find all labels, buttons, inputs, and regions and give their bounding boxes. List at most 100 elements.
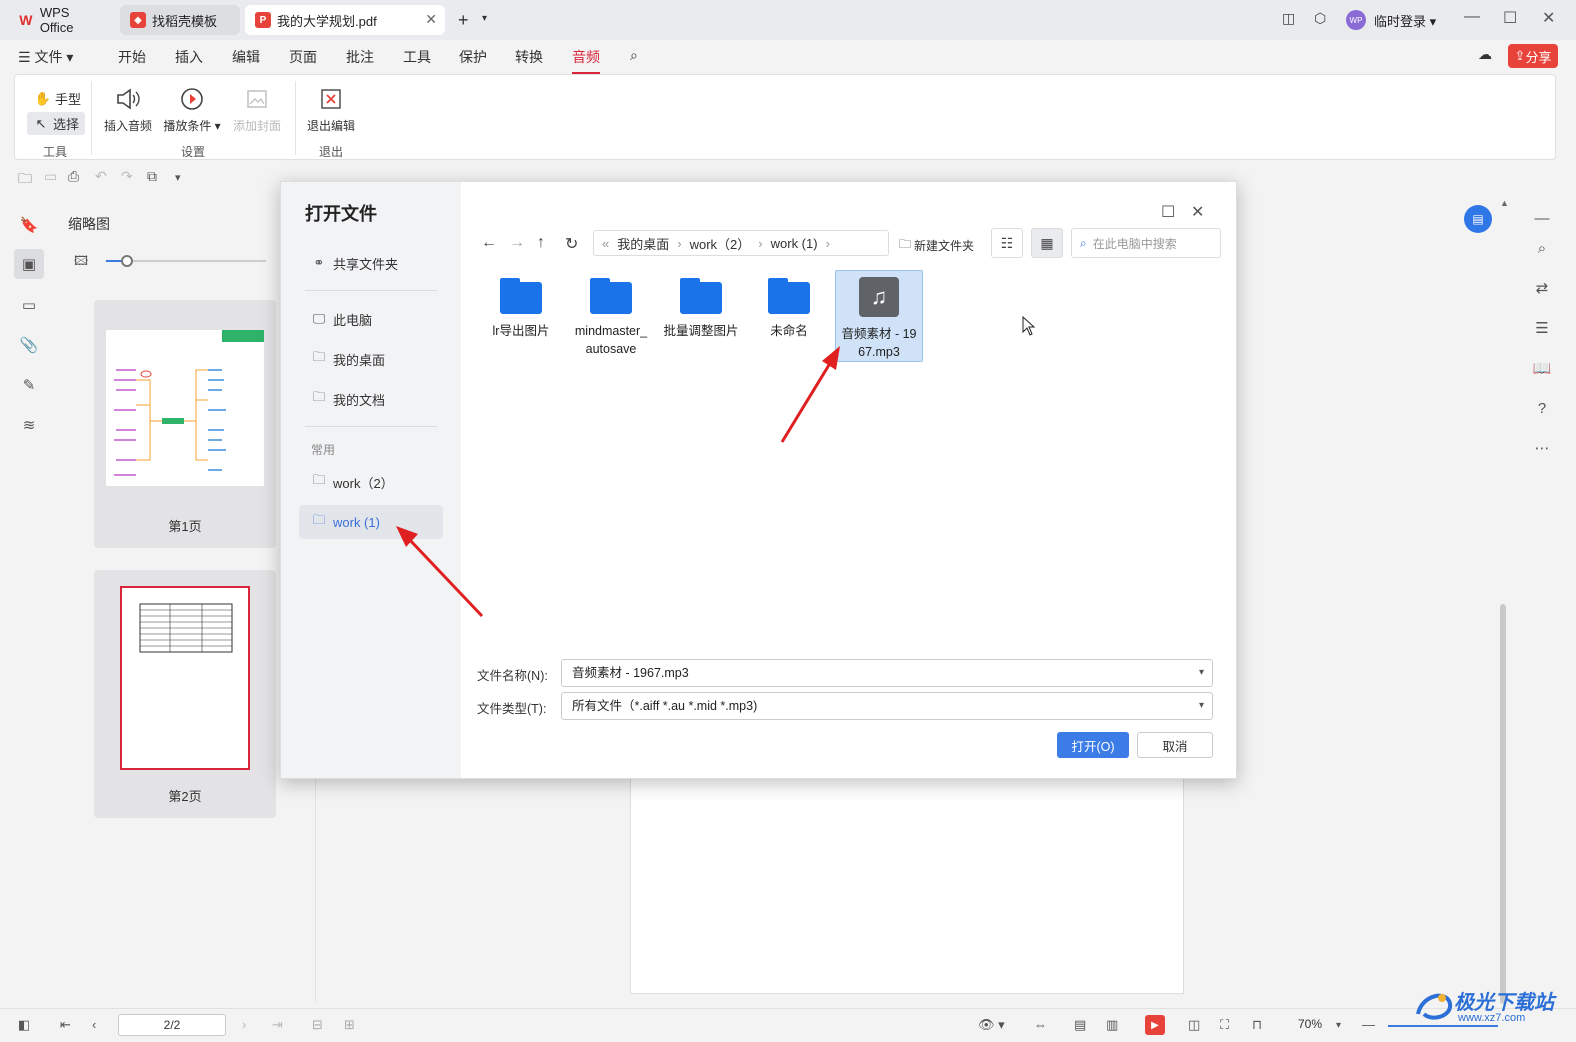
sidebar-item-shared[interactable]: ⚭ 共享文件夹: [299, 246, 443, 280]
cube-icon[interactable]: ⬡: [1314, 10, 1326, 27]
hand-tool-button[interactable]: ✋ 手型: [31, 87, 85, 110]
breadcrumb[interactable]: « 我的桌面 › work（2） › work (1) ›: [593, 230, 889, 256]
more-icon[interactable]: ⋯: [1532, 438, 1552, 458]
eye-icon[interactable]: 👁 ▾: [978, 1017, 1005, 1033]
forward-arrow-icon[interactable]: →: [509, 234, 525, 252]
settings-sliders-icon[interactable]: ☰: [1532, 318, 1552, 338]
back-arrow-icon[interactable]: ←: [481, 234, 497, 252]
filetype-select[interactable]: 所有文件（*.aiff *.au *.mid *.mp3) ▾: [561, 692, 1213, 720]
collapse-icon[interactable]: —: [1532, 208, 1552, 228]
first-page-icon[interactable]: ⇤: [60, 1017, 71, 1033]
help-icon[interactable]: ?: [1532, 398, 1552, 418]
tab-pdf-document[interactable]: P 我的大学规划.pdf ✕: [245, 5, 445, 35]
thumb-size-icon[interactable]: 🖾: [74, 252, 88, 274]
open-button[interactable]: 打开(O): [1057, 732, 1129, 758]
chevron-down-icon[interactable]: ▾: [1336, 1020, 1341, 1031]
quick-tool-icon[interactable]: ▤: [1464, 205, 1492, 233]
sidebar-item-desktop[interactable]: 🗀 我的桌面: [299, 342, 443, 376]
folder-item[interactable]: 未命名: [745, 270, 833, 362]
attachment-icon[interactable]: 📎: [18, 334, 40, 356]
scroll-up-icon[interactable]: ▲: [1500, 198, 1509, 208]
single-page-icon[interactable]: ▤: [1074, 1017, 1086, 1033]
undo-icon[interactable]: ↶: [95, 168, 107, 185]
breadcrumb-item[interactable]: work (1): [771, 236, 818, 251]
breadcrumb-item[interactable]: 我的桌面: [617, 234, 669, 253]
zoom-search-icon[interactable]: ⌕: [1532, 238, 1552, 258]
page-thumbnail-1[interactable]: 第1页: [94, 300, 276, 548]
close-window-icon[interactable]: ✕: [1542, 8, 1555, 28]
close-dialog-icon[interactable]: ✕: [1191, 202, 1204, 222]
next-page-icon[interactable]: ›: [242, 1017, 246, 1032]
menu-audio[interactable]: 音频: [572, 47, 600, 74]
prev-page-icon[interactable]: ‹: [92, 1017, 96, 1032]
search-icon[interactable]: ⌕: [630, 47, 638, 64]
maximize-icon[interactable]: ☐: [1503, 8, 1517, 28]
slider-knob[interactable]: [121, 255, 133, 267]
save-icon[interactable]: ▭: [44, 168, 57, 185]
vertical-scrollbar[interactable]: [1500, 604, 1506, 1004]
minimize-icon[interactable]: —: [1464, 8, 1480, 26]
menu-tools[interactable]: 工具: [403, 47, 431, 67]
search-input[interactable]: ⌕ 在此电脑中搜索: [1071, 228, 1221, 258]
layout-icon[interactable]: ◫: [1282, 10, 1295, 27]
signature-icon[interactable]: ✎: [18, 374, 40, 396]
forward-view-icon[interactable]: ⊞: [344, 1017, 355, 1033]
maximize-icon[interactable]: ☐: [1161, 202, 1175, 222]
menu-edit[interactable]: 编辑: [232, 47, 260, 67]
filename-field[interactable]: 音频素材 - 1967.mp3 ▾: [561, 659, 1213, 687]
new-tab-icon[interactable]: +: [458, 10, 469, 31]
tab-template[interactable]: ◆ 找稻壳模板: [120, 5, 240, 35]
tab-wps-office[interactable]: W WPS Office: [8, 5, 116, 35]
book-view-icon[interactable]: ⊓: [1252, 1017, 1262, 1033]
comment-icon[interactable]: ▭: [18, 294, 40, 316]
sidebar-item-pc[interactable]: 🖵 此电脑: [299, 302, 443, 336]
thumbnail-icon[interactable]: ▣: [14, 249, 44, 279]
back-view-icon[interactable]: ⊟: [312, 1017, 323, 1033]
page-number-input[interactable]: 2/2: [118, 1014, 226, 1036]
file-menu[interactable]: ☰ 文件 ▾: [18, 47, 73, 67]
sidebar-toggle-icon[interactable]: ◧: [18, 1017, 30, 1033]
menu-protect[interactable]: 保护: [459, 47, 487, 67]
menu-home[interactable]: 开始: [118, 47, 146, 67]
bookmark-icon[interactable]: 🔖: [18, 214, 40, 236]
login-button[interactable]: 临时登录 ▾: [1374, 11, 1436, 30]
new-folder-button[interactable]: 🗀 新建文件夹: [899, 235, 974, 256]
sidebar-item-work2[interactable]: 🗀 work（2）: [299, 465, 443, 499]
zoom-level[interactable]: 70%: [1298, 1017, 1322, 1031]
play-icon[interactable]: ▶: [1145, 1015, 1165, 1035]
sidebar-item-documents[interactable]: 🗀 我的文档: [299, 382, 443, 416]
chevron-down-icon[interactable]: ▾: [1199, 693, 1204, 719]
close-tab-icon[interactable]: ✕: [425, 11, 437, 28]
fit-width-icon[interactable]: ⇔: [1034, 1017, 1047, 1032]
cancel-button[interactable]: 取消: [1137, 732, 1213, 758]
avatar[interactable]: WP: [1346, 10, 1366, 30]
print-icon[interactable]: ⎙: [68, 168, 79, 185]
last-page-icon[interactable]: ⇥: [272, 1017, 283, 1033]
up-arrow-icon[interactable]: ↑: [537, 234, 545, 252]
menu-page[interactable]: 页面: [289, 47, 317, 67]
chevron-down-icon[interactable]: ▾: [175, 171, 181, 184]
audio-file-item[interactable]: ♫ 音频素材 - 19 67.mp3: [835, 270, 923, 362]
grid-view-icon[interactable]: ▦: [1031, 228, 1063, 258]
sidebar-item-work1[interactable]: 🗀 work (1): [299, 505, 443, 539]
list-view-icon[interactable]: ☷: [991, 228, 1023, 258]
layers-icon[interactable]: ≋: [18, 414, 40, 436]
insert-audio-button[interactable]: 插入音频: [103, 85, 153, 134]
zoom-out-icon[interactable]: —: [1362, 1017, 1375, 1032]
page-thumbnail-2[interactable]: 第2页: [94, 570, 276, 818]
translate-icon[interactable]: ⇄: [1532, 278, 1552, 298]
menu-comment[interactable]: 批注: [346, 47, 374, 67]
breadcrumb-item[interactable]: work（2）: [690, 234, 751, 253]
fullscreen-icon[interactable]: ⛶: [1220, 1017, 1229, 1033]
chevron-down-icon[interactable]: ▾: [1199, 660, 1204, 686]
thumb-size-slider[interactable]: [106, 255, 266, 267]
cloud-sync-icon[interactable]: ☁: [1478, 46, 1492, 63]
folder-item[interactable]: mindmaster_ autosave: [567, 270, 655, 362]
select-tool-button[interactable]: ↖ 选择: [27, 112, 86, 135]
copy-icon[interactable]: ⧉: [147, 168, 157, 185]
reading-icon[interactable]: 📖: [1532, 358, 1552, 378]
share-button[interactable]: ⇪ 分享: [1508, 44, 1558, 68]
split-view-icon[interactable]: ◫: [1188, 1017, 1200, 1033]
chevron-left-icon[interactable]: «: [602, 236, 609, 251]
folder-item[interactable]: lr导出图片: [477, 270, 565, 362]
